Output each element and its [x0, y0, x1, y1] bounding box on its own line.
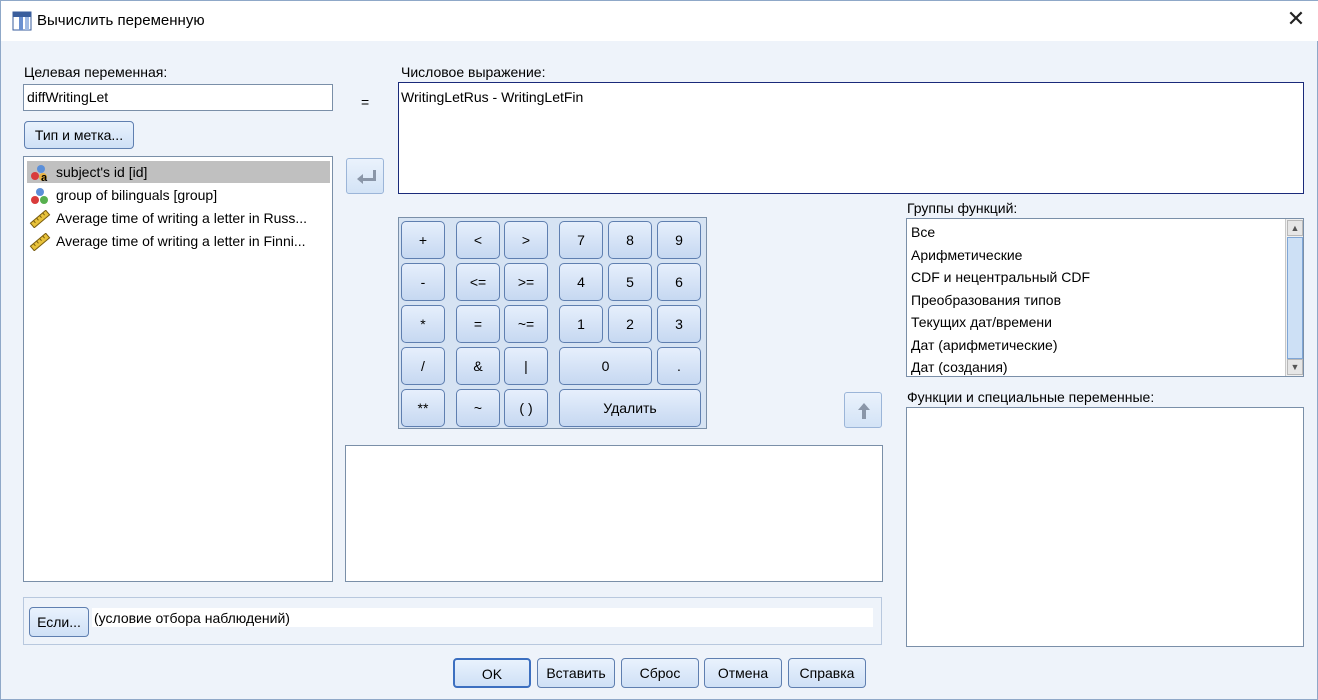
key-6[interactable]: 6	[657, 263, 701, 301]
variable-item[interactable]: Average time of writing a letter in Finn…	[27, 230, 330, 252]
reset-button[interactable]: Сброс	[621, 658, 699, 688]
ok-button-label: OK	[481, 666, 503, 682]
if-button-label: Если...	[37, 614, 81, 630]
variable-item[interactable]: a subject's id [id]	[27, 161, 330, 183]
key-equal[interactable]: =	[456, 305, 500, 343]
key-less-equal[interactable]: <=	[456, 263, 500, 301]
svg-text:a: a	[41, 172, 48, 182]
functions-label: Функции и специальные переменные:	[907, 389, 1155, 405]
key-3[interactable]: 3	[657, 305, 701, 343]
variable-item[interactable]: group of bilinguals [group]	[27, 184, 330, 206]
key-not[interactable]: ~	[456, 389, 500, 427]
equals-sign: =	[361, 94, 370, 110]
key-0[interactable]: 0	[559, 347, 652, 385]
functions-list[interactable]	[906, 407, 1304, 647]
nominal-string-icon: a	[31, 165, 48, 182]
target-variable-label: Целевая переменная:	[24, 64, 168, 80]
numeric-expression-value: WritingLetRus - WritingLetFin	[401, 89, 584, 105]
insert-function-button[interactable]	[844, 392, 882, 428]
cancel-button-label: Отмена	[717, 665, 769, 681]
nominal-icon	[31, 188, 48, 204]
function-groups-scrollbar[interactable]: ▲ ▼	[1285, 219, 1303, 376]
key-9[interactable]: 9	[657, 221, 701, 259]
key-plus[interactable]: +	[401, 221, 445, 259]
key-delete[interactable]: Удалить	[559, 389, 701, 427]
key-4[interactable]: 4	[559, 263, 603, 301]
key-divide[interactable]: /	[401, 347, 445, 385]
key-multiply[interactable]: *	[401, 305, 445, 343]
function-group-item[interactable]: CDF и нецентральный CDF	[911, 269, 1090, 285]
window-title: Вычислить переменную	[37, 12, 205, 29]
ok-button[interactable]: OK	[453, 658, 531, 688]
key-or[interactable]: |	[504, 347, 548, 385]
function-groups-list[interactable]: Все Арифметические CDF и нецентральный C…	[906, 218, 1304, 377]
function-description-box	[345, 445, 883, 582]
type-and-label-button-label: Тип и метка...	[34, 127, 124, 143]
key-parentheses[interactable]: ( )	[504, 389, 548, 427]
target-variable-input[interactable]: diffWritingLet	[23, 84, 333, 111]
scroll-down-icon[interactable]: ▼	[1287, 359, 1303, 375]
key-less-than[interactable]: <	[456, 221, 500, 259]
variable-label: subject's id [id]	[56, 164, 148, 180]
key-8[interactable]: 8	[608, 221, 652, 259]
if-button[interactable]: Если...	[29, 607, 89, 637]
key-2[interactable]: 2	[608, 305, 652, 343]
function-group-item[interactable]: Преобразования типов	[911, 292, 1061, 308]
variable-item[interactable]: Average time of writing a letter in Russ…	[27, 207, 330, 229]
scale-ruler-icon	[29, 233, 51, 251]
cancel-button[interactable]: Отмена	[704, 658, 782, 688]
key-greater-than[interactable]: >	[504, 221, 548, 259]
scroll-up-icon[interactable]: ▲	[1287, 220, 1303, 236]
calculator-keypad: + < > 7 8 9 - <= >= 4 5 6 * = ~= 1 2 3 /…	[398, 217, 707, 429]
title-bar: Вычислить переменную ✕	[1, 1, 1318, 41]
paste-button[interactable]: Вставить	[537, 658, 615, 688]
help-button[interactable]: Справка	[788, 658, 866, 688]
arrow-left-icon	[357, 170, 376, 184]
compute-variable-app-icon	[12, 11, 32, 31]
reset-button-label: Сброс	[639, 665, 681, 681]
function-groups-label: Группы функций:	[907, 200, 1018, 216]
scale-ruler-icon	[29, 210, 51, 228]
variable-label: Average time of writing a letter in Finn…	[56, 233, 306, 249]
key-5[interactable]: 5	[608, 263, 652, 301]
variable-label: Average time of writing a letter in Russ…	[56, 210, 308, 226]
function-group-item[interactable]: Дат (арифметические)	[911, 337, 1058, 353]
numeric-expression-label: Числовое выражение:	[401, 64, 546, 80]
variable-label: group of bilinguals [group]	[56, 187, 218, 203]
target-variable-value: diffWritingLet	[27, 89, 109, 105]
type-and-label-button[interactable]: Тип и метка...	[24, 121, 134, 149]
key-power[interactable]: **	[401, 389, 445, 427]
scroll-thumb[interactable]	[1287, 237, 1303, 359]
key-1[interactable]: 1	[559, 305, 603, 343]
function-group-item[interactable]: Арифметические	[911, 247, 1022, 263]
numeric-expression-input[interactable]: WritingLetRus - WritingLetFin	[398, 82, 1304, 194]
help-button-label: Справка	[799, 665, 855, 681]
arrow-up-icon	[858, 403, 870, 419]
function-group-item[interactable]: Все	[911, 224, 935, 240]
variable-list[interactable]: a subject's id [id] group of bilinguals …	[23, 156, 333, 582]
key-minus[interactable]: -	[401, 263, 445, 301]
move-to-expression-button[interactable]	[346, 158, 384, 194]
if-condition-field: (условие отбора наблюдений)	[91, 607, 874, 628]
if-condition-panel: Если... (условие отбора наблюдений)	[23, 597, 882, 645]
key-decimal[interactable]: .	[657, 347, 701, 385]
paste-button-label: Вставить	[546, 665, 606, 681]
key-not-equal[interactable]: ~=	[504, 305, 548, 343]
function-group-item[interactable]: Дат (создания)	[911, 359, 1008, 375]
close-button[interactable]: ✕	[1273, 1, 1318, 39]
key-and[interactable]: &	[456, 347, 500, 385]
close-icon: ✕	[1286, 6, 1306, 31]
key-7[interactable]: 7	[559, 221, 603, 259]
function-group-item[interactable]: Текущих дат/времени	[911, 314, 1052, 330]
if-condition-text: (условие отбора наблюдений)	[94, 610, 290, 626]
compute-variable-dialog: Вычислить переменную ✕ Целевая переменна…	[0, 0, 1318, 700]
key-greater-equal[interactable]: >=	[504, 263, 548, 301]
